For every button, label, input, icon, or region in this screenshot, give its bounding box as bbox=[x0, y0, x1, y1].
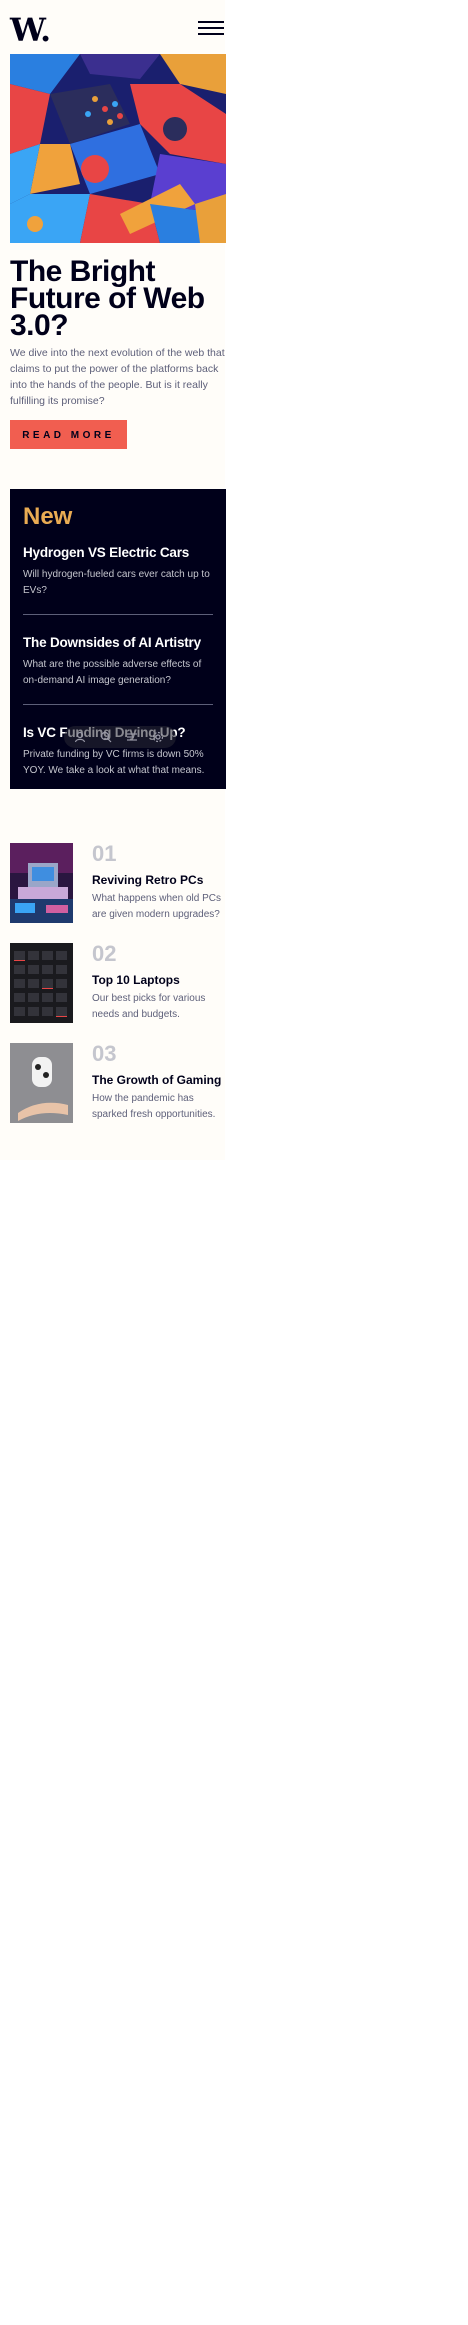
laptop-keyboard-image bbox=[10, 943, 73, 1023]
new-item-description: Will hydrogen-fueled cars ever catch up … bbox=[23, 569, 210, 596]
page-wrapper: W. The Bright Future of Web 3.0? We dive… bbox=[0, 0, 468, 2325]
logo[interactable]: W. bbox=[10, 14, 51, 46]
retro-pc-image bbox=[10, 843, 73, 923]
new-item-description: Private funding by VC firms is down 50% … bbox=[23, 749, 205, 776]
gamepad-image bbox=[10, 1043, 73, 1123]
list-item-number: 03 bbox=[92, 1041, 117, 1066]
hero-title: The Bright Future of Web 3.0? bbox=[10, 255, 205, 342]
divider bbox=[23, 704, 213, 705]
read-more-button[interactable]: READ MORE bbox=[10, 420, 127, 449]
list-item-thumbnail bbox=[10, 843, 73, 923]
list-item-thumbnail bbox=[10, 943, 73, 1023]
divider bbox=[23, 614, 213, 615]
list-item-thumbnail bbox=[10, 1043, 73, 1123]
list-item[interactable]: 03 The Growth of Gaming How the pandemic… bbox=[10, 1041, 226, 1123]
list-item-number: 01 bbox=[92, 841, 117, 866]
search-icon[interactable] bbox=[100, 731, 112, 743]
settings-icon[interactable] bbox=[152, 731, 164, 743]
list-item-title[interactable]: The Growth of Gaming bbox=[92, 1073, 221, 1087]
list-item-number: 02 bbox=[92, 941, 117, 966]
list-item-title[interactable]: Reviving Retro PCs bbox=[92, 873, 203, 887]
list-item-description: Our best picks for various needs and bud… bbox=[92, 993, 206, 1020]
list-item[interactable]: 01 Reviving Retro PCs What happens when … bbox=[10, 841, 226, 923]
user-icon[interactable] bbox=[74, 731, 86, 743]
new-item-title[interactable]: The Downsides of AI Artistry bbox=[23, 634, 218, 652]
new-item[interactable]: Hydrogen VS Electric Cars Will hydrogen-… bbox=[23, 544, 218, 599]
list-item-description: How the pandemic has sparked fresh oppor… bbox=[92, 1093, 216, 1120]
site-header: W. bbox=[0, 0, 468, 54]
new-item-title[interactable]: Hydrogen VS Electric Cars bbox=[23, 544, 218, 562]
new-item-description: What are the possible adverse effects of… bbox=[23, 659, 202, 686]
hero-image bbox=[10, 54, 226, 243]
page: W. The Bright Future of Web 3.0? We dive… bbox=[0, 0, 226, 1160]
hamburger-menu-icon[interactable] bbox=[198, 21, 224, 35]
hero-description: We dive into the next evolution of the w… bbox=[10, 347, 225, 407]
abstract-3d-blocks-image bbox=[10, 54, 226, 243]
new-item[interactable]: The Downsides of AI Artistry What are th… bbox=[23, 634, 218, 689]
list-item-title[interactable]: Top 10 Laptops bbox=[92, 973, 180, 987]
new-heading: New bbox=[23, 503, 73, 530]
list-item-description: What happens when old PCs are given mode… bbox=[92, 893, 221, 920]
list-item[interactable]: 02 Top 10 Laptops Our best picks for var… bbox=[10, 941, 226, 1023]
floating-toolbar bbox=[64, 726, 176, 748]
list-icon[interactable] bbox=[126, 731, 138, 743]
